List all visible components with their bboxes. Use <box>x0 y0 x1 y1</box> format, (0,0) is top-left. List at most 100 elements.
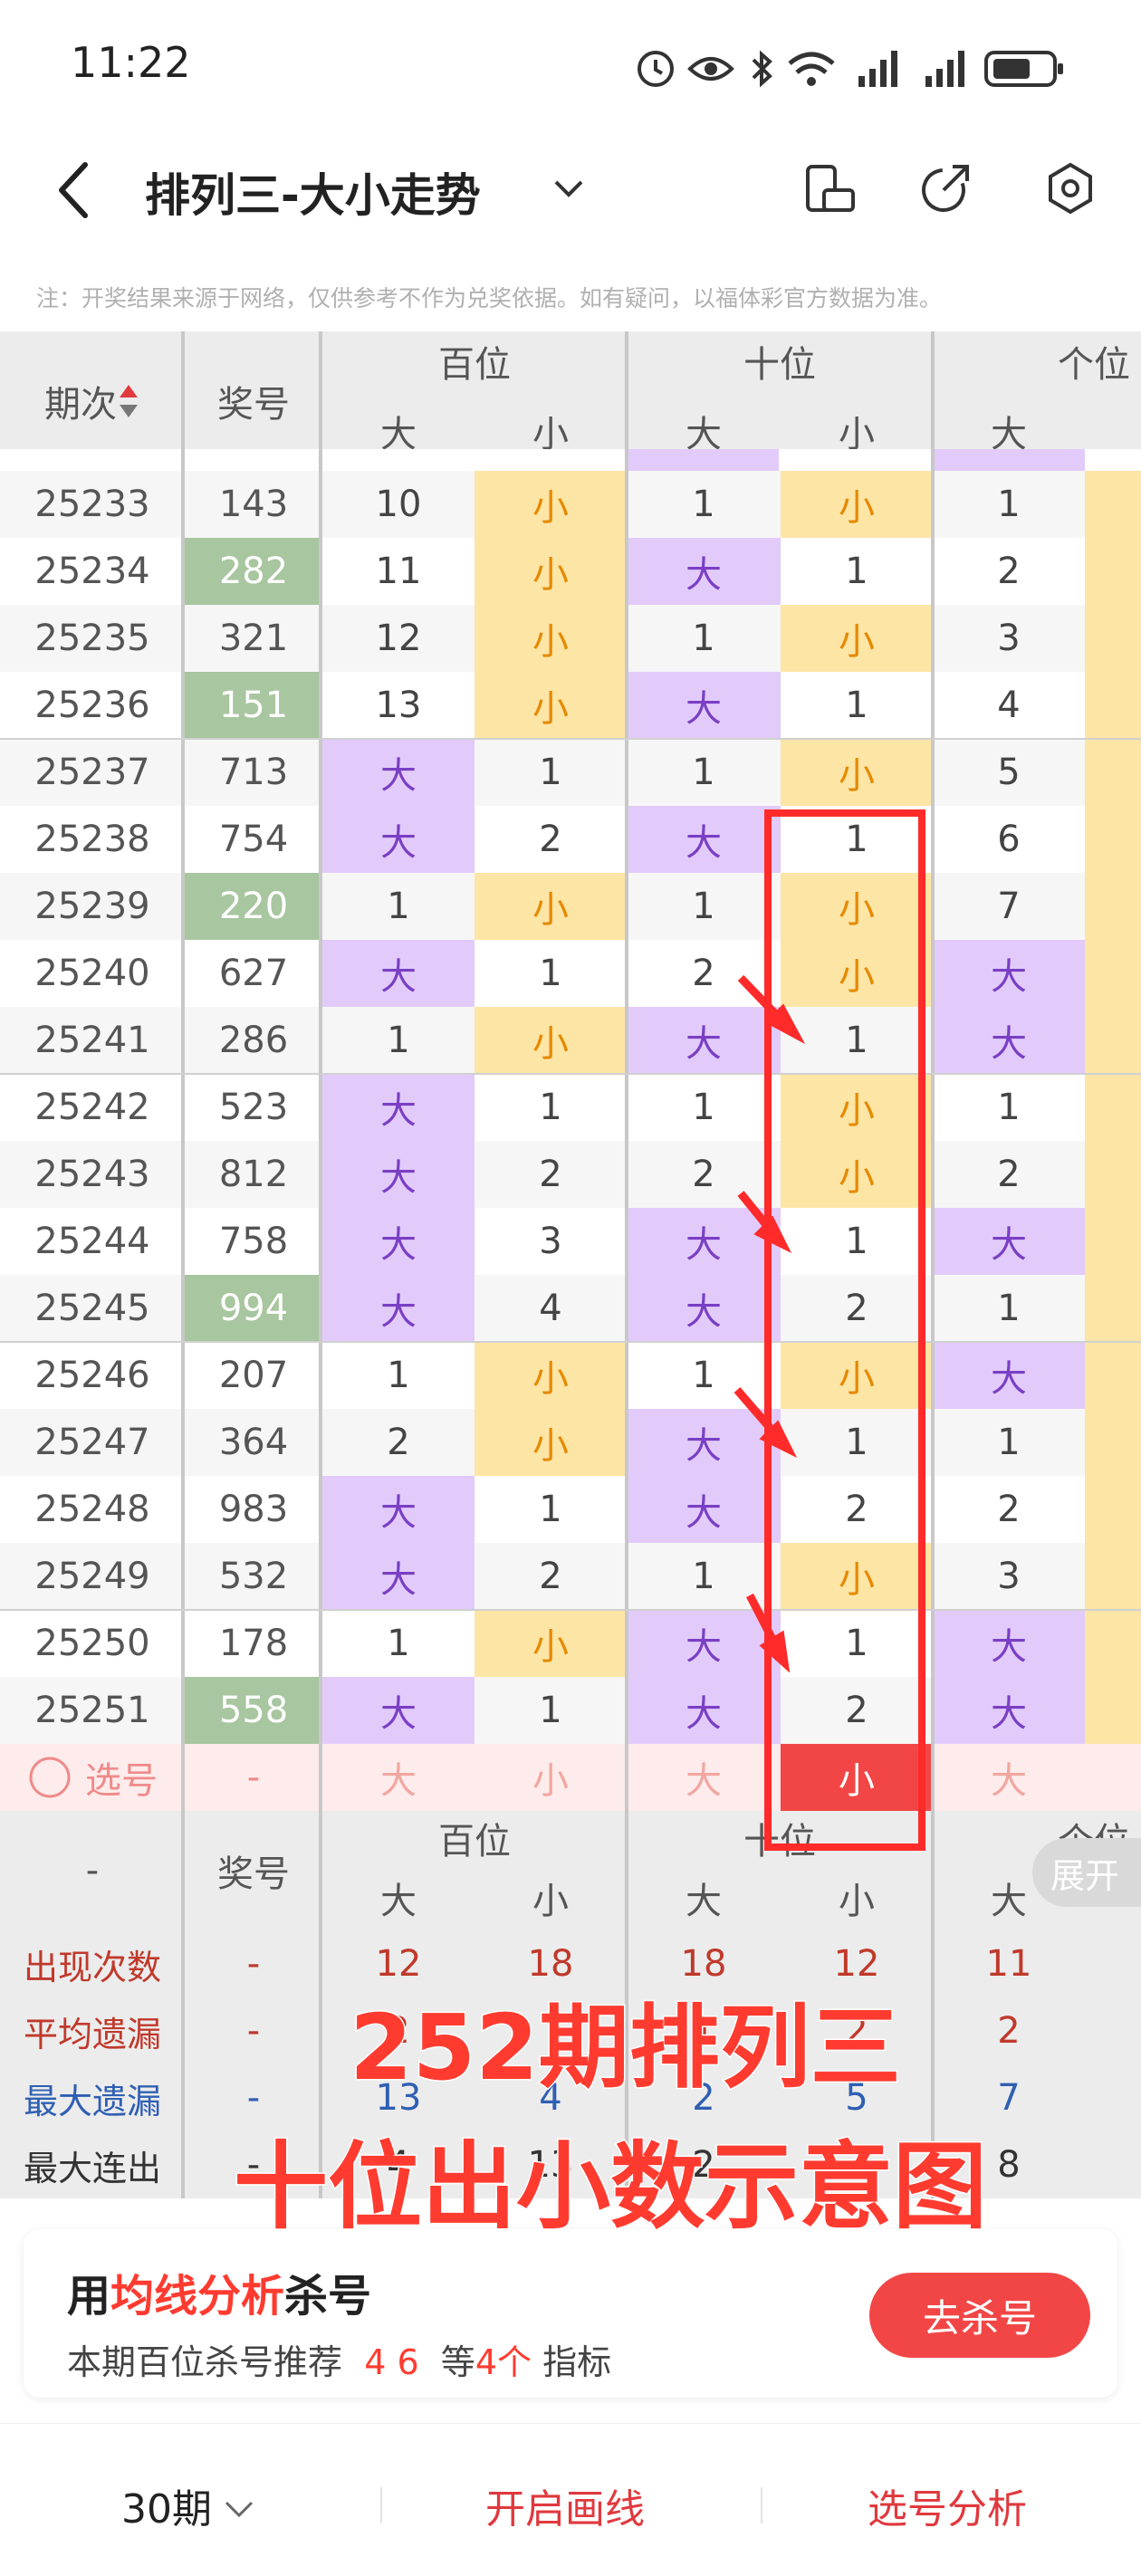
trend-cell: 1 <box>933 1074 1085 1141</box>
trend-cell: 小 <box>781 1141 933 1208</box>
draw-number-cell: 627 <box>185 940 322 1007</box>
trend-cell: 小 <box>475 1342 627 1409</box>
trend-cell: 小 <box>475 672 627 739</box>
row-group-divider <box>0 1073 1141 1075</box>
trend-cell: 1 <box>475 1476 627 1543</box>
trend-cell-partial <box>1085 1208 1141 1275</box>
period-cell: 25246 <box>0 1342 185 1409</box>
trend-cell: 1 <box>781 1007 933 1074</box>
select-option-cell[interactable]: 大 <box>627 1744 781 1811</box>
period-cell: 25248 <box>0 1476 185 1543</box>
overlay-caption-line1: 252期排列三 <box>349 1994 903 2102</box>
signal-icon-2 <box>925 51 964 87</box>
period-cell: 25251 <box>0 1677 185 1744</box>
trend-cell: 大 <box>933 940 1085 1007</box>
column-divider <box>625 331 628 2198</box>
draw-number-cell: 523 <box>185 1074 322 1141</box>
trend-cell: 小 <box>781 739 933 806</box>
select-number-toggle[interactable]: 选号 <box>0 1744 185 1811</box>
trend-cell: 小 <box>781 471 933 538</box>
landscape-toggle-icon[interactable] <box>801 159 858 217</box>
trend-cell: 11 <box>322 538 475 605</box>
scroll-strip-cell <box>933 449 1085 471</box>
trend-cell: 小 <box>781 1074 933 1141</box>
settings-icon[interactable] <box>1041 159 1099 217</box>
trend-cell-partial <box>1085 1476 1141 1543</box>
draw-number-cell: 812 <box>185 1141 322 1208</box>
trend-cell: 1 <box>627 471 781 538</box>
trend-cell: 大 <box>322 1275 475 1342</box>
trend-cell: 小 <box>475 1610 627 1677</box>
page-title[interactable]: 排列三-大小走势 <box>145 159 481 225</box>
trend-cell: 4 <box>475 1275 627 1342</box>
trend-cell-partial <box>1085 1342 1141 1409</box>
trend-cell: 1 <box>475 1074 627 1141</box>
trend-cell: 2 <box>933 1476 1085 1543</box>
promo-subtitle: 本期百位杀号推荐 4 6 等4个 指标 <box>67 2342 612 2382</box>
draw-number-cell: 286 <box>185 1007 322 1074</box>
trend-cell: 大 <box>627 1275 781 1342</box>
select-option-cell[interactable]: 大 <box>933 1744 1085 1811</box>
trend-cell: 小 <box>475 538 627 605</box>
stats-group-header-0: 百位 <box>322 1811 627 1865</box>
trend-cell: 2 <box>322 1409 475 1476</box>
trend-cell: 2 <box>933 538 1085 605</box>
period-select[interactable]: 30期 <box>121 2476 257 2534</box>
trend-cell: 大 <box>627 1007 781 1074</box>
stats-label: 最大遗漏 <box>0 2064 185 2131</box>
trend-cell: 2 <box>933 1141 1085 1208</box>
trend-cell: 1 <box>475 1677 627 1744</box>
select-option-cell[interactable]: 大 <box>322 1744 475 1811</box>
draw-number-cell: 321 <box>185 605 322 672</box>
trend-cell-partial <box>1085 1543 1141 1610</box>
sort-icon[interactable] <box>117 382 140 420</box>
column-divider <box>319 331 322 2198</box>
trend-cell: 大 <box>322 1208 475 1275</box>
trend-cell: 小 <box>475 471 627 538</box>
share-icon[interactable] <box>916 159 974 217</box>
kill-number-button[interactable]: 去杀号 <box>869 2273 1090 2358</box>
trend-cell: 大 <box>933 1342 1085 1409</box>
trend-cell: 1 <box>627 1543 781 1610</box>
overlay-caption-line2: 十位出小数示意图 <box>232 2131 988 2244</box>
period-cell: 25236 <box>0 672 185 739</box>
select-option-cell[interactable]: 小 <box>781 1744 933 1811</box>
period-cell: 25240 <box>0 940 185 1007</box>
trend-cell: 小 <box>781 1342 933 1409</box>
trend-cell: 小 <box>781 605 933 672</box>
trend-cell: 1 <box>627 739 781 806</box>
period-cell: 25238 <box>0 806 185 873</box>
back-icon[interactable] <box>47 154 101 226</box>
radio-circle-icon[interactable] <box>27 1755 72 1800</box>
select-option-cell[interactable]: 小 <box>475 1744 627 1811</box>
trend-cell: 1 <box>475 739 627 806</box>
disclaimer-notice: 注：开奖结果来源于网络，仅供参考不作为兑奖依据。如有疑问，以福体彩官方数据为准。 <box>36 285 943 311</box>
draw-number-cell: 151 <box>185 672 322 739</box>
period-cell: 25250 <box>0 1610 185 1677</box>
select-number-label: 选号 <box>85 1760 158 1802</box>
group-header-1: 十位 <box>627 331 933 391</box>
draw-number-cell: 713 <box>185 739 322 806</box>
row-group-divider <box>0 1609 1141 1611</box>
trend-cell: 2 <box>781 1476 933 1543</box>
trend-cell: 1 <box>933 1275 1085 1342</box>
draw-line-button[interactable]: 开启画线 <box>485 2476 645 2534</box>
number-analysis-button[interactable]: 选号分析 <box>868 2476 1027 2534</box>
column-divider <box>931 331 935 2198</box>
stats-value-partial <box>1085 2064 1141 2131</box>
period-cell: 25249 <box>0 1543 185 1610</box>
trend-cell: 3 <box>933 1543 1085 1610</box>
alarm-icon <box>638 51 674 87</box>
trend-cell: 大 <box>627 538 781 605</box>
trend-cell: 1 <box>322 1342 475 1409</box>
eye-icon <box>687 57 734 81</box>
trend-cell: 1 <box>322 1007 475 1074</box>
expand-button[interactable]: 展开 <box>1032 1838 1141 1907</box>
stats-number-cell: - <box>185 1997 322 2064</box>
period-header-label: 期次 <box>44 384 117 426</box>
chevron-down-icon[interactable] <box>549 168 589 208</box>
stats-sub-header: 大 <box>322 1865 475 1930</box>
select-number-cell: - <box>185 1744 322 1811</box>
trend-cell: 小 <box>475 1007 627 1074</box>
status-time: 11:22 <box>71 38 191 87</box>
